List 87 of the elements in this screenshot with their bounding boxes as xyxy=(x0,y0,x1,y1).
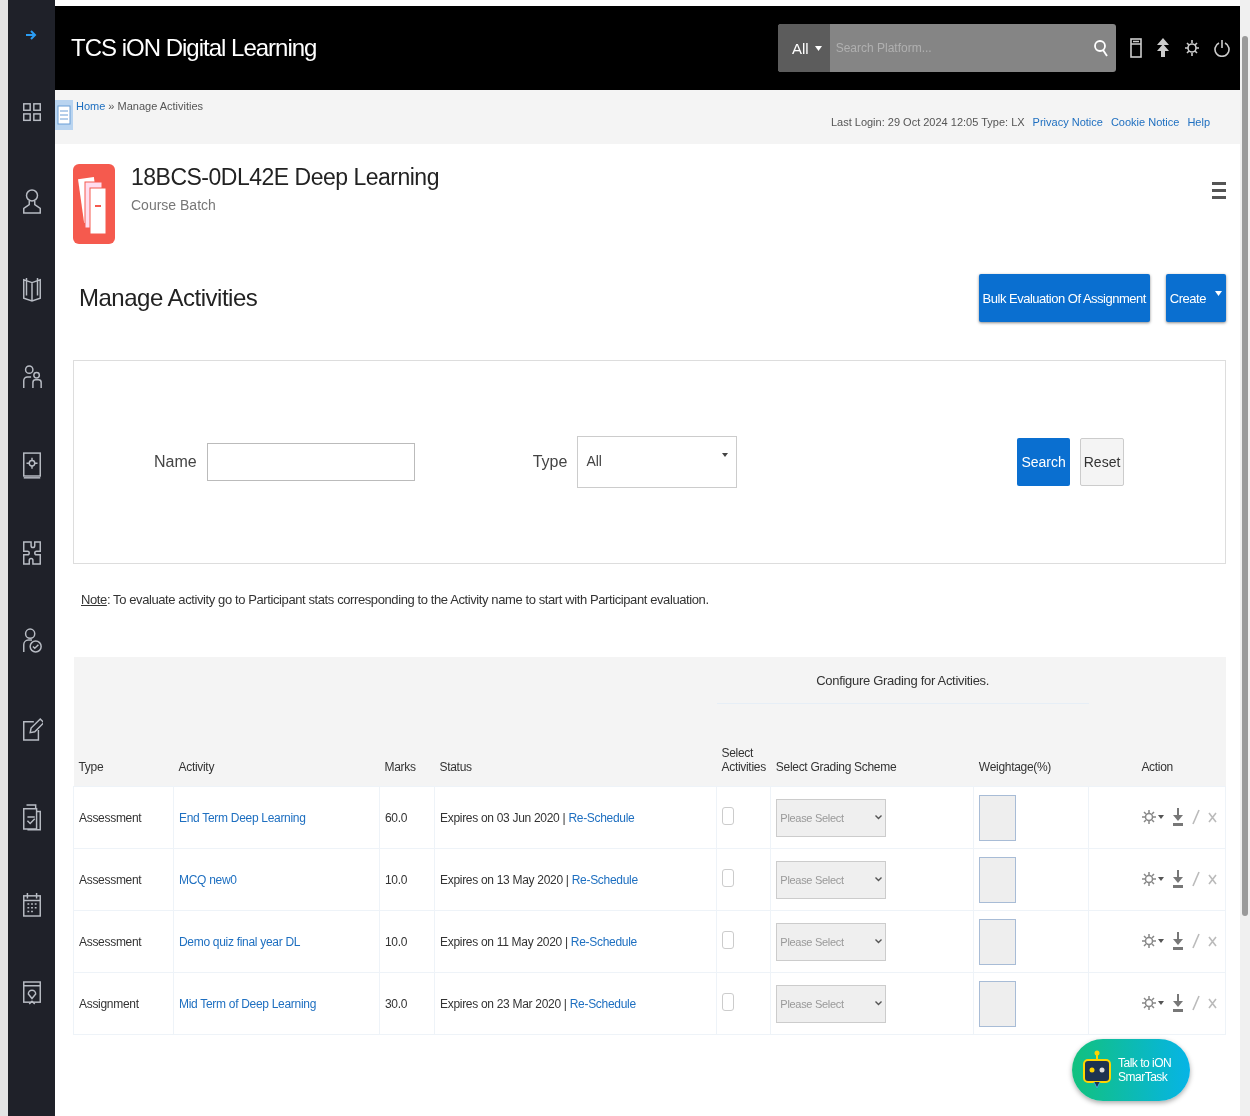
reset-button[interactable]: Reset xyxy=(1079,438,1125,486)
table-cell: Assessment xyxy=(73,848,174,911)
column-header: Marks xyxy=(379,703,435,787)
weightage-input-field[interactable] xyxy=(979,856,1017,903)
document-icon[interactable] xyxy=(1130,38,1142,58)
person-icon[interactable] xyxy=(20,186,43,216)
caret-icon xyxy=(1215,290,1222,296)
gear-book-icon[interactable] xyxy=(20,450,43,480)
weightage-input-field[interactable] xyxy=(979,918,1017,965)
column-header: Weightage(%) xyxy=(973,703,1089,787)
chevron-down-icon xyxy=(875,1001,883,1006)
calendar-icon[interactable] xyxy=(20,890,43,920)
chevron-down-icon xyxy=(875,815,883,820)
table-cell: 10.0 xyxy=(379,910,435,973)
column-header: Select Grading Scheme xyxy=(770,703,974,787)
breadcrumb-current: » Manage Activities xyxy=(108,100,204,112)
course-subtitle: Course Batch xyxy=(131,197,217,213)
search-button[interactable]: Search xyxy=(1017,438,1070,486)
download-icon[interactable] xyxy=(1172,869,1184,888)
page-title: Manage Activities xyxy=(79,284,258,312)
name-input-field[interactable] xyxy=(206,443,415,481)
column-header: Status xyxy=(434,703,717,787)
power-icon[interactable] xyxy=(1214,39,1230,57)
search-icon[interactable] xyxy=(1094,39,1108,57)
reschedule-link[interactable]: Re-Schedule xyxy=(569,996,636,1011)
home-link[interactable]: Home xyxy=(76,100,106,112)
gear-dropdown-icon[interactable] xyxy=(1142,808,1164,825)
search-scope-dropdown[interactable]: All xyxy=(778,24,830,72)
download-icon[interactable] xyxy=(1172,993,1184,1012)
top-link[interactable]: Privacy Notice xyxy=(1032,116,1103,128)
create-dropdown-button[interactable]: Create xyxy=(1165,274,1226,322)
checkbox[interactable] xyxy=(722,869,734,887)
status-text: Expires on 23 Mar 2020 | xyxy=(440,996,567,1011)
clipboard-check-icon[interactable] xyxy=(20,802,43,832)
weightage-input-field[interactable] xyxy=(979,794,1017,841)
download-icon[interactable] xyxy=(1172,931,1184,950)
app-logo[interactable]: TCS iON Digital Learning xyxy=(71,34,764,62)
activity-link[interactable]: MCQ new0 xyxy=(179,872,237,887)
checkbox[interactable] xyxy=(722,807,734,825)
last-login-text: Last Login: 29 Oct 2024 12:05 Type: LX xyxy=(830,116,1025,128)
column-header: Type xyxy=(73,703,174,787)
checkbox[interactable] xyxy=(722,931,734,949)
table-cell: Assignment xyxy=(73,972,174,1035)
table-cell: Assessment xyxy=(73,786,174,849)
reschedule-link[interactable]: Re-Schedule xyxy=(568,810,635,825)
arrow-icon[interactable] xyxy=(25,30,38,40)
reschedule-link[interactable]: Re-Schedule xyxy=(571,872,638,887)
table-cell: 10.0 xyxy=(379,848,435,911)
name-label: Name xyxy=(154,453,197,471)
caret-icon xyxy=(814,45,822,51)
caret-icon xyxy=(722,453,729,457)
table-cell: 30.0 xyxy=(379,972,435,1035)
top-link[interactable]: Cookie Notice xyxy=(1110,116,1180,128)
activity-link[interactable]: Demo quiz final year DL xyxy=(179,934,301,949)
gear-dropdown-icon[interactable] xyxy=(1142,994,1164,1011)
books-icon xyxy=(73,164,115,244)
download-icon[interactable] xyxy=(1172,807,1184,826)
column-header: Action xyxy=(1088,703,1226,787)
table-cell: 60.0 xyxy=(379,786,435,849)
weightage-input-field[interactable] xyxy=(979,980,1017,1027)
column-header: Select Activities xyxy=(716,703,771,787)
reschedule-link[interactable]: Re-Schedule xyxy=(570,934,637,949)
chevron-down-icon xyxy=(875,939,883,944)
menu-icon[interactable] xyxy=(1212,180,1226,202)
upload-icon[interactable] xyxy=(1156,38,1170,58)
gear-dropdown-icon[interactable] xyxy=(1142,932,1164,949)
column-header: Activity xyxy=(173,703,380,787)
status-text: Expires on 03 Jun 2020 | xyxy=(440,810,566,825)
status-text: Expires on 13 May 2020 | xyxy=(440,872,569,887)
robot-icon xyxy=(1082,1050,1112,1090)
checkbox[interactable] xyxy=(722,993,734,1011)
bulk-evaluation-button[interactable]: Bulk Evaluation Of Assignment xyxy=(978,274,1150,322)
course-title: 18BCS-0DL42E Deep Learning xyxy=(131,164,440,191)
person-check-icon[interactable] xyxy=(20,626,43,656)
column-group-header: Configure Grading for Activities. xyxy=(716,657,1089,704)
puzzle-icon[interactable] xyxy=(20,538,43,568)
type-dropdown[interactable]: All xyxy=(577,436,738,488)
settings-icon[interactable] xyxy=(1184,39,1200,57)
table-cell: Assessment xyxy=(73,910,174,973)
note-text: Note: To evaluate activity go to Participant stats corresponding to the Activity name to start with Participant evaluation. xyxy=(81,592,710,607)
gear-dropdown-icon[interactable] xyxy=(1142,870,1164,887)
activity-link[interactable]: Mid Term of Deep Learning xyxy=(179,996,317,1011)
activity-link[interactable]: End Term Deep Learning xyxy=(179,810,306,825)
status-text: Expires on 11 May 2020 | xyxy=(440,934,568,949)
type-label: Type xyxy=(532,453,568,471)
chevron-down-icon xyxy=(875,877,883,882)
top-link[interactable]: Help xyxy=(1187,116,1210,128)
